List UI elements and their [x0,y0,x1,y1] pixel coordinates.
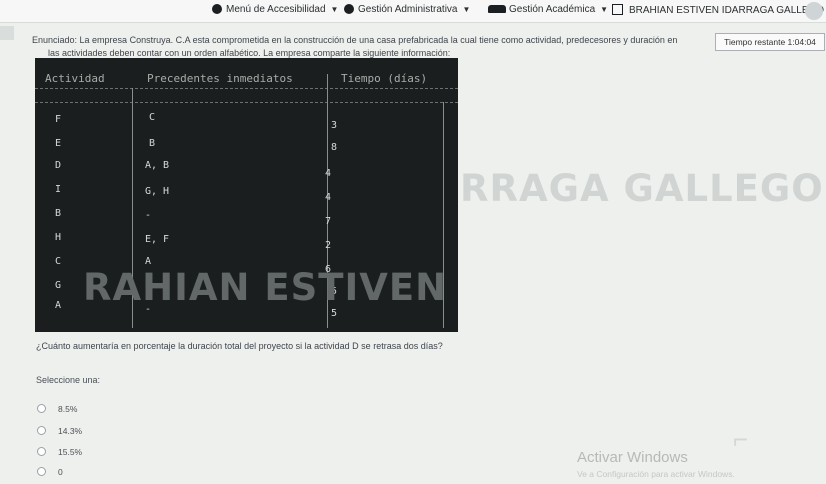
academic-menu[interactable]: Gestión Académica ▼ [488,4,608,15]
admin-menu[interactable]: Gestión Administrativa ▼ [344,4,470,15]
message-icon [612,4,623,15]
windows-activation-subtitle: Ve a Configuración para activar Windows. [577,469,735,479]
cell-time: 7 [325,216,332,227]
chevron-down-icon: ▼ [330,5,339,14]
table-divider [35,88,458,89]
table-header-activity: Actividad [45,72,105,85]
institution-logo-watermark: ⌐ [733,424,749,454]
select-one-label: Seleccione una: [36,375,101,385]
drawer-toggle[interactable] [0,26,14,40]
cell-activity: A [55,300,62,311]
accessibility-menu-label: Menú de Accesibilidad [226,4,326,15]
watermark-user-name-right: RRAGA GALLEGO [460,167,824,210]
academic-menu-label: Gestión Académica [509,4,596,15]
statement-line-1: Enunciado: La empresa Construya. C.A est… [32,35,678,45]
activity-table-image: Actividad Precedentes inmediatos Tiempo … [35,58,458,332]
answer-option[interactable]: 0 [37,467,63,477]
cell-activity: D [55,160,62,171]
admin-menu-label: Gestión Administrativa [358,4,458,15]
cell-predecessors: E, F [145,234,170,245]
user-menu[interactable]: BRAHIAN ESTIVEN IDARRAGA GALLEGO [612,4,824,16]
answer-option-label: 8.5% [58,404,78,414]
accessibility-menu[interactable]: Menú de Accesibilidad ▼ [212,4,338,15]
chevron-down-icon: ▼ [462,5,471,14]
answer-option-label: 0 [58,467,63,477]
radio-button[interactable] [37,426,46,435]
user-avatar-icon[interactable] [805,2,823,20]
cell-predecessors: C [149,112,156,123]
question-text: ¿Cuánto aumentaría en porcentaje la dura… [36,341,443,351]
cell-predecessors: G, H [145,186,170,197]
cell-time: 4 [325,168,332,179]
answer-option-label: 15.5% [58,447,83,457]
answer-option[interactable]: 15.5% [37,447,82,457]
cell-activity: B [55,208,62,219]
cell-time: 2 [325,240,332,251]
cell-predecessors: - [145,210,152,221]
accessibility-icon [212,4,222,14]
cell-time: 8 [331,142,338,153]
answer-option[interactable]: 8.5% [37,404,77,414]
cell-time: 4 [325,192,332,203]
answer-option-label: 14.3% [58,426,83,436]
graduation-cap-icon [488,5,506,13]
radio-button[interactable] [37,404,46,413]
problem-statement: Enunciado: La empresa Construya. C.A est… [30,34,720,60]
table-header-predecessors: Precedentes inmediatos [147,72,293,85]
cell-predecessors: B [149,138,156,149]
radio-button[interactable] [37,447,46,456]
cell-time: 5 [331,308,338,319]
user-name: BRAHIAN ESTIVEN IDARRAGA GALLEGO [629,5,825,16]
table-header-time: Tiempo (días) [341,72,428,85]
top-navigation-bar: Menú de Accesibilidad ▼ Gestión Administr… [0,0,826,23]
cell-activity: I [55,184,62,195]
radio-button[interactable] [37,467,46,476]
windows-activation-title: Activar Windows [577,449,688,466]
table-divider [35,102,458,103]
cell-predecessors: A, B [145,160,170,171]
cell-activity: G [55,280,62,291]
cell-activity: H [55,232,62,243]
cell-activity: E [55,138,62,149]
watermark-user-name-left: RAHIAN ESTIVEN ID [83,266,458,309]
info-icon [344,4,354,14]
cell-activity: C [55,256,62,267]
cell-activity: F [55,114,62,125]
cell-time: 3 [331,120,338,131]
answer-option[interactable]: 14.3% [37,426,82,436]
chevron-down-icon: ▼ [600,5,609,14]
time-remaining: Tiempo restante 1:04:04 [715,33,825,51]
